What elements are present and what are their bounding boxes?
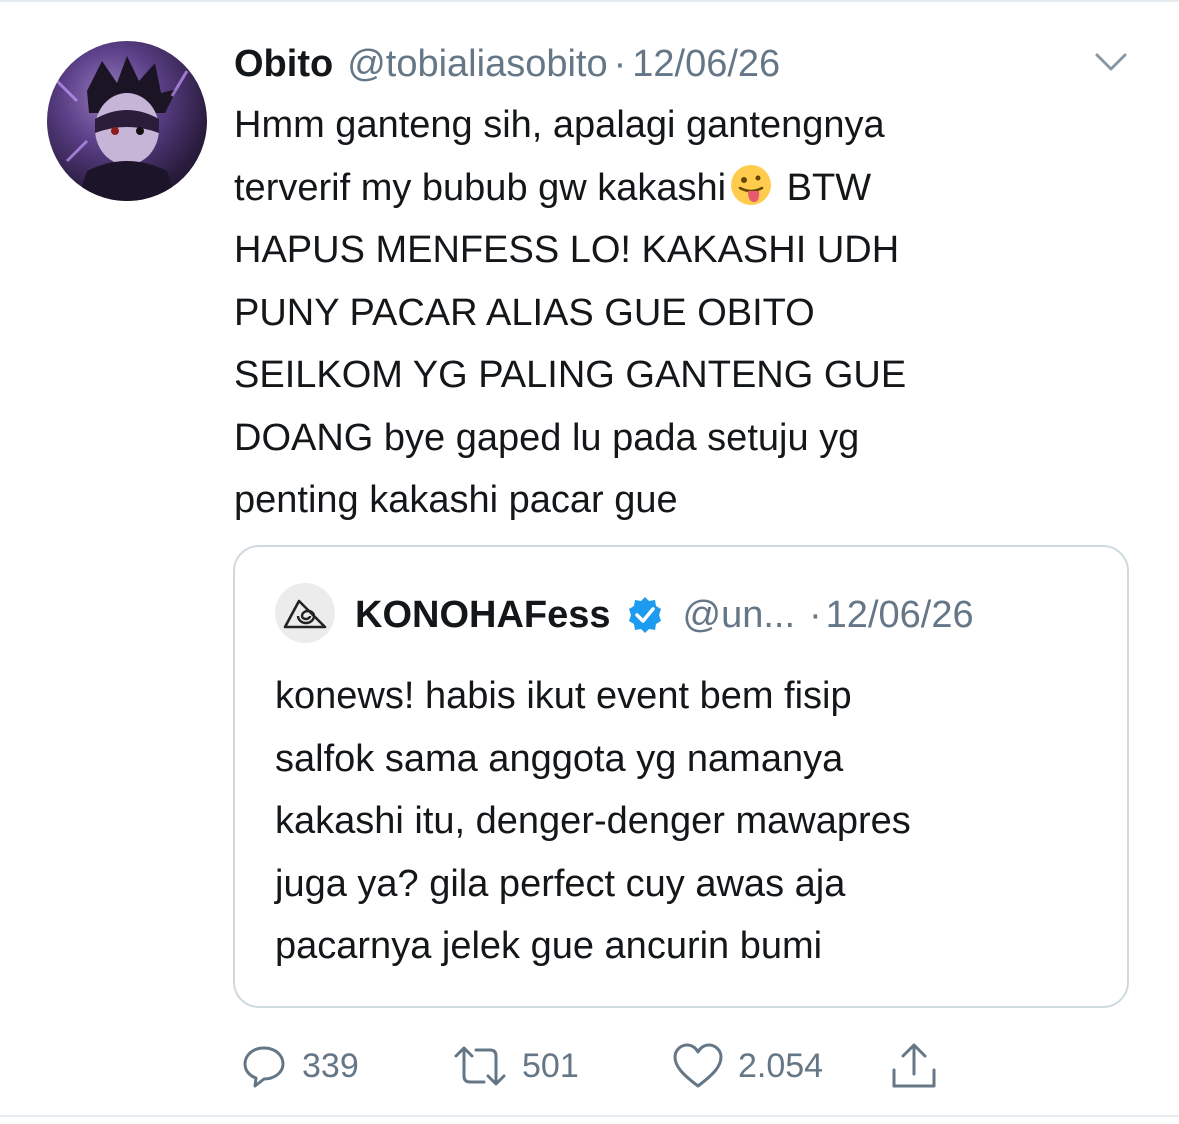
- tweet-line: PUNY PACAR ALIAS GUE OBITO: [234, 291, 815, 334]
- quoted-tweet-text: konews! habis ikut event bem fisip salfo…: [275, 665, 1115, 978]
- reply-icon: [240, 1042, 288, 1090]
- top-divider: [0, 0, 1179, 2]
- retweet-count: 501: [522, 1046, 579, 1085]
- tweet-line: DOANG bye gaped lu pada setuju yg: [234, 416, 860, 459]
- tweet-line: penting kakashi pacar gue: [234, 479, 678, 521]
- tweet-line-part: terverif my bubub gw kakashi: [234, 166, 727, 209]
- quoted-line: konews! habis ikut event bem fisip: [275, 675, 852, 717]
- quoted-tweet-card[interactable]: KONOHAFess @un... · 12/06/26 konews! hab…: [233, 545, 1129, 1008]
- separator-dot: ·: [809, 593, 822, 636]
- like-count: 2.054: [738, 1046, 824, 1085]
- reply-button[interactable]: 339: [240, 1036, 359, 1096]
- quoted-author-name: KONOHAFess: [355, 593, 611, 636]
- verified-badge-icon: [625, 595, 665, 635]
- bottom-divider: [0, 1115, 1179, 1117]
- quoted-line: kakashi itu, denger-denger mawapres: [275, 800, 911, 842]
- tweet-header: Obito @tobialiasobito · 12/06/26: [234, 36, 780, 92]
- quoted-tweet-header: KONOHAFess @un... · 12/06/26: [355, 587, 974, 643]
- tweet-date[interactable]: 12/06/26: [632, 43, 780, 86]
- share-button[interactable]: [888, 1036, 940, 1096]
- tongue-out-face-emoji: [728, 162, 774, 208]
- quoted-author-avatar[interactable]: [275, 583, 335, 643]
- quoted-line: salfok sama anggota yg namanya: [275, 737, 844, 780]
- action-bar: 339 501 2.054: [240, 1036, 960, 1096]
- author-handle[interactable]: @tobialiasobito: [347, 43, 607, 86]
- like-button[interactable]: 2.054: [672, 1036, 823, 1096]
- tweet-line: SEILKOM YG PALING GANTENG GUE: [234, 354, 907, 396]
- quoted-line: pacarnya jelek gue ancurin bumi: [275, 925, 823, 967]
- retweet-icon: [452, 1042, 508, 1090]
- tweet-line: HAPUS MENFESS LO! KAKASHI UDH: [234, 229, 900, 271]
- quoted-author-handle: @un...: [682, 593, 796, 636]
- retweet-button[interactable]: 501: [452, 1036, 579, 1096]
- quoted-line: juga ya? gila perfect cuy awas aja: [275, 862, 846, 905]
- author-avatar[interactable]: [47, 41, 207, 201]
- share-icon: [888, 1040, 940, 1092]
- author-name[interactable]: Obito: [234, 43, 333, 86]
- chevron-down-icon[interactable]: [1094, 50, 1128, 74]
- quoted-tweet-date: 12/06/26: [825, 593, 974, 636]
- separator-dot: ·: [613, 42, 627, 85]
- tweet-line-part: BTW: [786, 166, 872, 209]
- tweet-line: Hmm ganteng sih, apalagi gantengnya: [234, 104, 885, 146]
- reply-count: 339: [302, 1046, 359, 1085]
- tweet-text: Hmm ganteng sih, apalagi gantengnya terv…: [234, 94, 1114, 532]
- leaf-symbol-icon: [283, 599, 327, 629]
- tweet-line: terverif my bubub gw kakashi BTW: [234, 157, 1114, 220]
- like-icon: [672, 1042, 724, 1090]
